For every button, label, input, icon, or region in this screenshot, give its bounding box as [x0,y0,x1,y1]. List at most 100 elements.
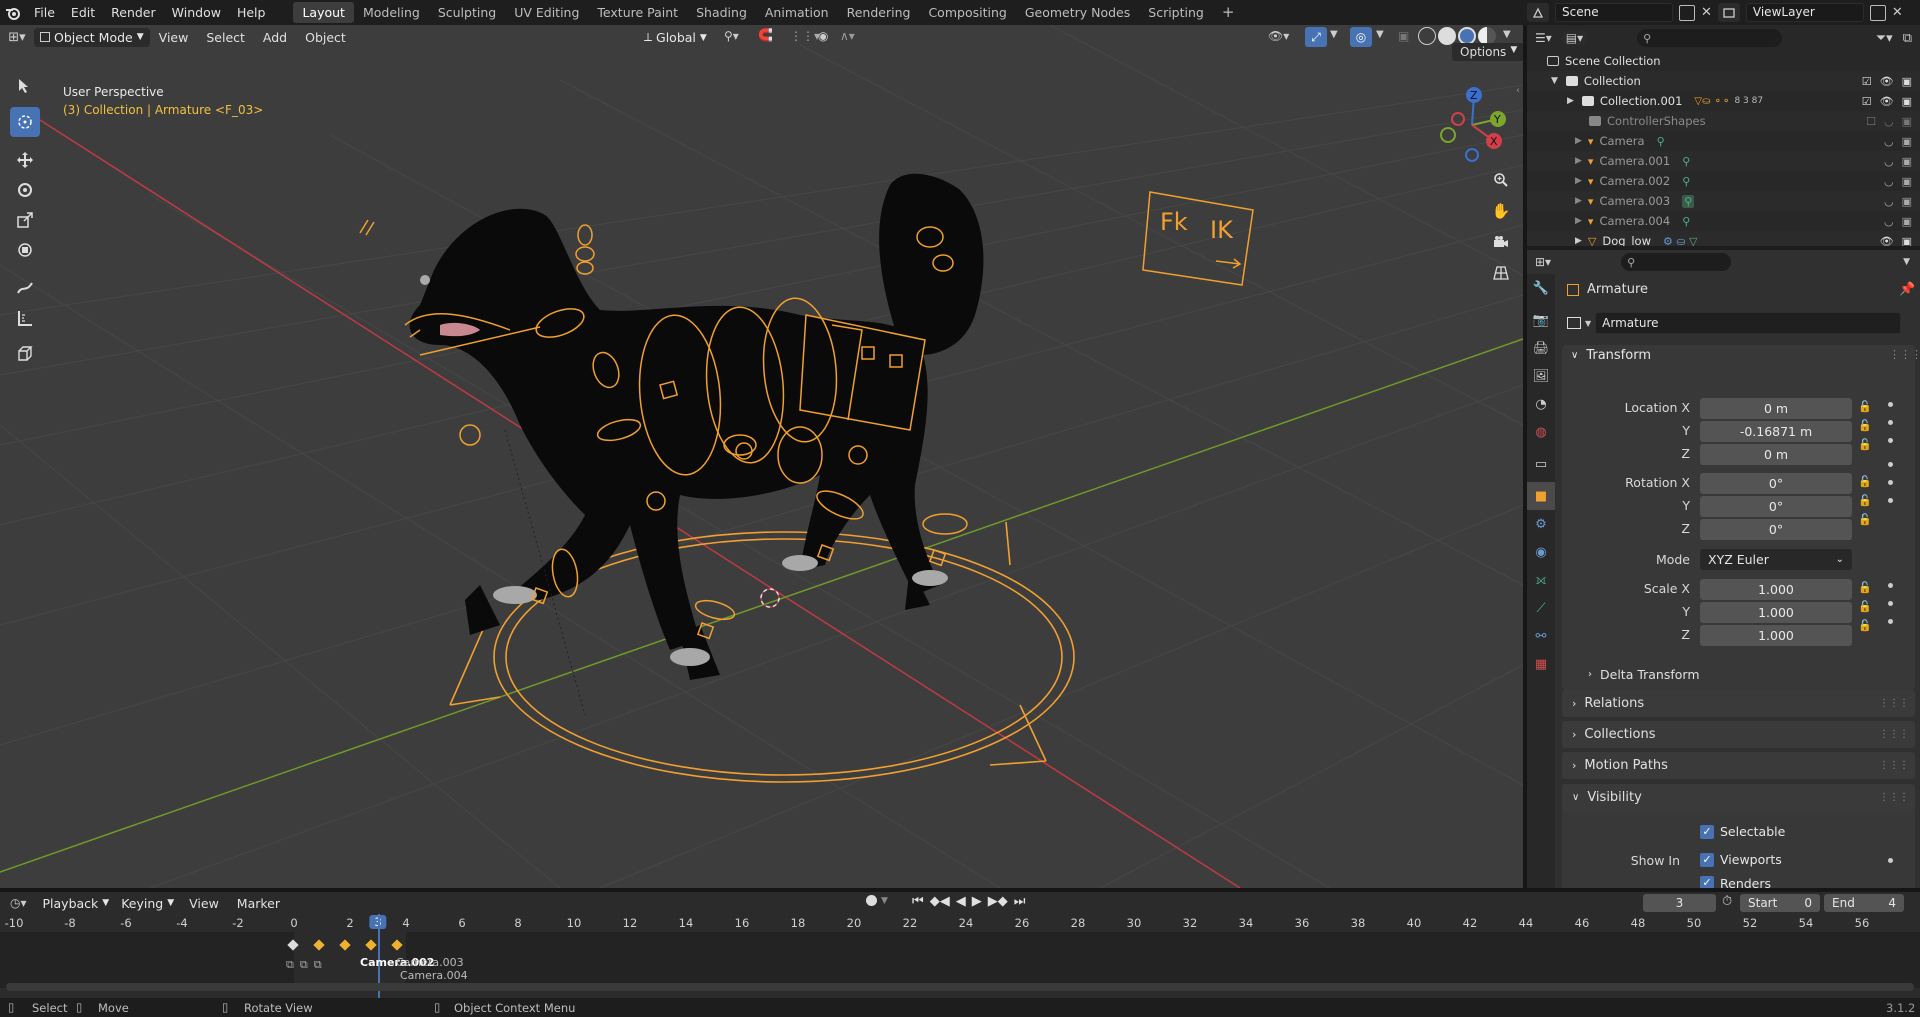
output-tab-icon[interactable]: 🖨 [1527,334,1555,362]
perspective-toggle-icon[interactable] [1488,260,1514,286]
collections-panel[interactable]: › Collections ⋮⋮⋮ [1562,721,1915,748]
eye-icon[interactable]: 👁 [1880,235,1894,247]
sidebar-toggle-icon[interactable]: ‹ [1516,85,1520,96]
keyframe-diamond-icon[interactable] [313,939,325,951]
lock-icon[interactable]: 🔓 [1858,513,1872,526]
location-y-field[interactable]: -0.16871 m [1700,421,1852,442]
eye-closed-icon[interactable]: ◡ [1884,155,1894,168]
timeline-marker-menu[interactable]: Marker [228,896,289,911]
tab-modeling[interactable]: Modeling [354,2,429,23]
expand-arrow-icon[interactable]: ▶ [1575,156,1582,166]
rotation-z-field[interactable]: 0° [1700,519,1852,540]
select-box-tool-icon[interactable] [10,71,40,101]
rotation-y-field[interactable]: 0° [1700,496,1852,517]
delete-view-layer-icon[interactable]: ✕ [1892,5,1903,20]
properties-editor-icon[interactable]: ⊞▾ [1535,255,1551,269]
outliner-row-dog-low[interactable]: ▶ ▽ Dog_low ⚙ ⛀ ▽ 👁 ▣ [1527,231,1920,246]
chevron-down-icon[interactable]: ▼ [1376,29,1384,40]
expand-arrow-icon[interactable]: ▶ [1575,176,1582,186]
viewport-menu-view[interactable]: View [150,30,198,45]
camera-view-icon[interactable] [1488,229,1514,255]
drag-handle-icon[interactable]: ⋮⋮⋮ [1879,698,1909,709]
eye-closed-icon[interactable]: ◡ [1884,135,1894,148]
zoom-icon[interactable] [1488,167,1514,193]
viewport-menu-object[interactable]: Object [296,30,355,45]
preview-range-clock-icon[interactable]: ⏱ [1722,894,1732,909]
expand-arrow-icon[interactable]: ▶ [1575,216,1582,226]
outliner-row-controllershapes[interactable]: ControllerShapes ☐ ◡ ▣ [1527,111,1920,131]
overlays-icon[interactable]: ◎ [1350,27,1372,47]
jump-to-start-icon[interactable]: ⏮ [912,894,924,909]
camera-marker-icon[interactable]: ⧉ [286,958,294,972]
timeline-scrollbar[interactable] [6,983,1914,991]
expand-arrow-icon[interactable]: ▶ [1575,136,1582,146]
lock-icon[interactable]: 🔓 [1858,494,1872,507]
options-dropdown[interactable]: Options ▼ [1452,43,1523,61]
move-tool-icon[interactable] [10,145,40,175]
properties-search-input[interactable]: ⚲ [1621,253,1732,271]
relations-panel[interactable]: › Relations ⋮⋮⋮ [1562,690,1915,717]
timeline-view-menu[interactable]: View [180,896,228,911]
new-collection-icon[interactable]: ⧉ [1903,31,1912,46]
display-mode-icon[interactable]: ▤▾ [1561,31,1588,45]
lock-icon[interactable]: 🔓 [1858,400,1872,413]
chevron-down-icon[interactable]: ▼ [1330,29,1338,40]
navigation-gizmo[interactable]: Z Y X [1432,83,1512,163]
delta-transform-subpanel[interactable]: › Delta Transform [1572,662,1913,686]
scale-x-field[interactable]: 1.000 [1700,579,1852,600]
motion-paths-panel[interactable]: › Motion Paths ⋮⋮⋮ [1562,752,1915,779]
editor-type-icon[interactable]: ⊞▾ [0,30,34,45]
camera-render-icon[interactable]: ▣ [1902,215,1912,228]
armature-data-tab-icon[interactable]: ⟋ [1527,594,1555,622]
rotate-tool-icon[interactable] [10,175,40,205]
viewports-checkbox[interactable]: ✓ Viewports [1700,852,1782,867]
tool-tab-icon[interactable]: 🔧 [1527,274,1555,302]
camera-render-icon[interactable]: ▣ [1902,75,1912,88]
eye-closed-icon[interactable]: ◡ [1884,195,1894,208]
drag-handle-icon[interactable]: ⋮⋮⋮ [1889,348,1920,361]
world-tab-icon[interactable]: ◍ [1527,418,1555,446]
chevron-down-icon[interactable]: ▼ [1503,29,1511,40]
renders-checkbox[interactable]: ✓ Renders [1700,876,1771,888]
keyframe-dot-icon[interactable] [1888,402,1893,407]
exclude-checkbox-icon[interactable]: ☑ [1862,95,1872,108]
tab-uv-editing[interactable]: UV Editing [505,2,588,23]
location-z-field[interactable]: 0 m [1700,444,1852,465]
keyframe-dot-icon[interactable] [1888,498,1893,503]
wireframe-shading-icon[interactable] [1418,27,1436,45]
new-scene-icon[interactable] [1679,4,1695,21]
outliner-row-camera-004[interactable]: ▶ ▾ Camera.004 ⚲ ◡ ▣ [1527,211,1920,231]
camera-render-icon[interactable]: ▣ [1902,195,1912,208]
camera-render-icon[interactable]: ▣ [1902,115,1912,128]
pivot-point-icon[interactable]: ⚲▾ [724,29,739,43]
3d-viewport[interactable]: Fk IK ⊞▾ Object Mode ▼ View Select Add O… [0,25,1523,888]
viewport-menu-select[interactable]: Select [197,30,254,45]
keyframe-diamond-icon[interactable] [391,939,403,951]
eye-icon[interactable]: 👁 [1880,75,1894,88]
keyframe-dot-icon[interactable] [1888,420,1893,425]
tab-compositing[interactable]: Compositing [919,2,1015,23]
keying-menu[interactable]: Keying ▼ [115,894,180,913]
marker-label[interactable]: Camera.003 [396,956,464,969]
timeline-editor-icon[interactable]: ◷▾ [10,896,27,910]
add-cube-tool-icon[interactable] [10,339,40,369]
viewport-scene[interactable]: Fk IK [0,25,1523,888]
playback-menu[interactable]: Playback ▼ [37,894,116,913]
tab-rendering[interactable]: Rendering [838,2,920,23]
render-tab-icon[interactable]: 📷 [1527,306,1555,334]
lock-icon[interactable]: 🔓 [1858,419,1872,432]
outliner-row-camera-001[interactable]: ▶ ▾ Camera.001 ⚲ ◡ ▣ [1527,151,1920,171]
annotate-tool-icon[interactable] [10,273,40,303]
tab-geometry-nodes[interactable]: Geometry Nodes [1016,2,1139,23]
frame-ruler[interactable]: -10 -8 -6 -4 -2 0 2 3 4 6 8 10 12 14 16 … [0,914,1920,932]
marker-label[interactable]: Camera.004 [400,969,468,982]
keyframe-diamond-icon[interactable] [287,939,299,951]
expand-arrow-icon[interactable]: ▶ [1575,196,1582,206]
outliner-row-camera-002[interactable]: ▶ ▾ Camera.002 ⚲ ◡ ▣ [1527,171,1920,191]
collection-tab-icon[interactable]: ▭ [1527,450,1555,478]
jump-to-end-icon[interactable]: ⏭ [1014,894,1026,909]
selectable-checkbox[interactable]: ✓ Selectable [1700,824,1785,839]
visibility-panel[interactable]: ∨ Visibility ⋮⋮⋮ [1562,784,1915,811]
snap-settings-icon[interactable]: ⋮⋮▾ [790,29,820,43]
tab-layout[interactable]: Layout [293,2,354,23]
